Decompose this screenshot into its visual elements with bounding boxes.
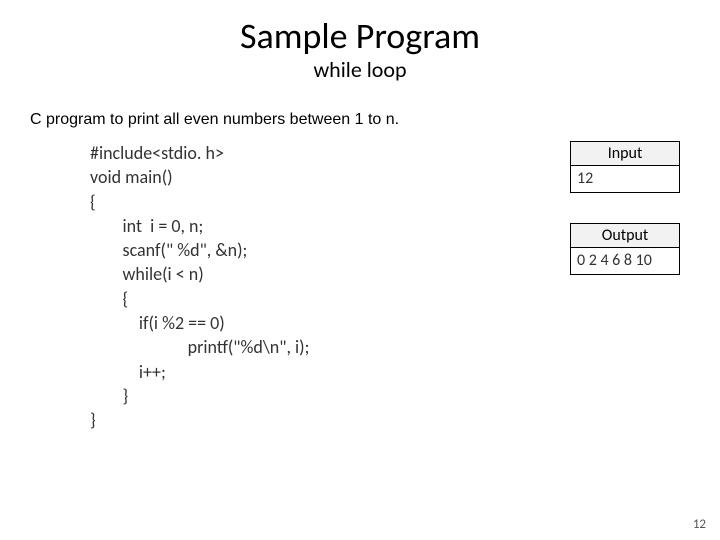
side-column: Input 12 Output 0 2 4 6 8 10 [570, 141, 680, 433]
code-line: printf("%d\n", i); [90, 335, 570, 359]
code-line: #include<stdio. h> [90, 141, 570, 165]
page-number: 12 [693, 517, 706, 532]
code-line: scanf(" %d", &n); [90, 238, 570, 262]
page-subtitle: while loop [30, 56, 690, 83]
input-header: Input [571, 142, 679, 166]
slide: Sample Program while loop C program to p… [0, 0, 720, 540]
output-body: 0 2 4 6 8 10 [571, 248, 679, 274]
description-text: C program to print all even numbers betw… [30, 111, 690, 129]
content-row: #include<stdio. h> void main() { int i =… [30, 141, 690, 433]
code-line: if(i %2 == 0) [90, 311, 570, 335]
page-title: Sample Program [30, 14, 690, 58]
code-line: void main() [90, 165, 570, 189]
code-block: #include<stdio. h> void main() { int i =… [30, 141, 570, 433]
code-line: } [90, 408, 570, 432]
input-box: Input 12 [570, 141, 680, 193]
output-header: Output [571, 224, 679, 248]
input-body: 12 [571, 166, 679, 192]
output-box: Output 0 2 4 6 8 10 [570, 223, 680, 275]
code-line: i++; [90, 360, 570, 384]
code-line: { [90, 287, 570, 311]
code-line: int i = 0, n; [90, 214, 570, 238]
code-line: while(i < n) [90, 262, 570, 286]
code-line: { [90, 190, 570, 214]
code-line: } [90, 384, 570, 408]
